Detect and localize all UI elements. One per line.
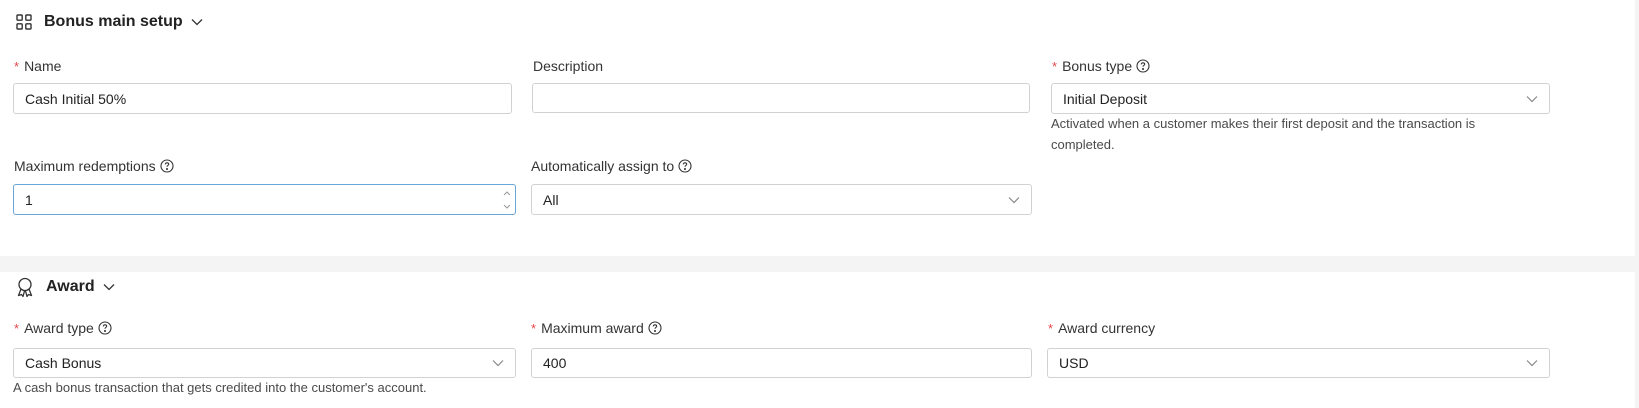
award-header[interactable]: Award bbox=[16, 276, 115, 298]
help-circle-icon[interactable] bbox=[160, 159, 174, 173]
bonus-type-label-text: Bonus type bbox=[1062, 58, 1133, 74]
max-award-value: 400 bbox=[543, 355, 567, 371]
auto-assign-value: All bbox=[543, 191, 559, 208]
max-award-label: * Maximum award bbox=[531, 319, 662, 337]
description-label-text: Description bbox=[533, 58, 604, 74]
chevron-down-icon bbox=[1526, 95, 1538, 103]
description-label: Description bbox=[533, 57, 603, 75]
bonus-type-select[interactable]: Initial Deposit bbox=[1051, 83, 1550, 114]
max-redemptions-value: 1 bbox=[25, 191, 33, 208]
auto-assign-label: Automatically assign to bbox=[531, 157, 692, 175]
award-section: Award * Award type Cash Bonus A cash bon… bbox=[0, 272, 1635, 408]
award-currency-label: * Award currency bbox=[1048, 319, 1155, 337]
bonus-main-setup-header[interactable]: Bonus main setup bbox=[16, 11, 203, 33]
chevron-down-icon bbox=[1526, 359, 1538, 367]
name-input[interactable]: Cash Initial 50% bbox=[13, 83, 512, 114]
award-currency-value: USD bbox=[1059, 355, 1089, 371]
max-redemptions-label: Maximum redemptions bbox=[14, 157, 174, 175]
required-marker: * bbox=[1052, 58, 1058, 74]
award-type-select[interactable]: Cash Bonus bbox=[13, 348, 516, 378]
award-type-label: * Award type bbox=[14, 319, 112, 337]
required-marker: * bbox=[14, 320, 20, 336]
award-ribbon-icon bbox=[16, 277, 34, 297]
required-marker: * bbox=[1048, 320, 1054, 336]
auto-assign-label-text: Automatically assign to bbox=[531, 158, 675, 174]
name-label: * Name bbox=[14, 57, 61, 75]
help-circle-icon[interactable] bbox=[98, 321, 112, 335]
auto-assign-select[interactable]: All bbox=[531, 184, 1032, 215]
max-redemptions-input[interactable]: 1 bbox=[13, 184, 516, 215]
name-value: Cash Initial 50% bbox=[25, 90, 127, 107]
spin-down-icon[interactable] bbox=[503, 200, 511, 212]
award-type-hint: A cash bonus transaction that gets credi… bbox=[13, 380, 427, 395]
award-currency-label-text: Award currency bbox=[1058, 320, 1156, 336]
bonus-type-label: * Bonus type bbox=[1052, 57, 1150, 75]
section-title: Award bbox=[46, 278, 95, 295]
chevron-down-icon bbox=[1008, 196, 1020, 204]
spin-up-icon[interactable] bbox=[503, 187, 511, 199]
bonus-main-setup-section: Bonus main setup * Name Cash Initial 50%… bbox=[0, 0, 1635, 256]
max-award-label-text: Maximum award bbox=[541, 320, 644, 336]
max-award-input[interactable]: 400 bbox=[531, 348, 1032, 378]
award-type-value: Cash Bonus bbox=[25, 355, 102, 371]
award-currency-select[interactable]: USD bbox=[1047, 348, 1550, 378]
help-circle-icon[interactable] bbox=[678, 159, 692, 173]
bonus-type-value: Initial Deposit bbox=[1063, 90, 1148, 107]
chevron-down-icon[interactable] bbox=[103, 283, 115, 291]
bonus-type-hint: Activated when a customer makes their fi… bbox=[1051, 116, 1476, 152]
help-circle-icon[interactable] bbox=[1136, 59, 1150, 73]
award-type-label-text: Award type bbox=[24, 320, 94, 336]
help-circle-icon[interactable] bbox=[648, 321, 662, 335]
quantity-stepper[interactable] bbox=[501, 187, 513, 212]
max-redemptions-label-text: Maximum redemptions bbox=[14, 158, 156, 174]
description-input[interactable] bbox=[532, 83, 1030, 113]
section-title: Bonus main setup bbox=[44, 13, 183, 30]
name-label-text: Name bbox=[24, 58, 62, 74]
grid-icon bbox=[16, 14, 32, 30]
chevron-down-icon[interactable] bbox=[191, 18, 203, 26]
required-marker: * bbox=[14, 58, 20, 74]
chevron-down-icon bbox=[492, 359, 504, 367]
required-marker: * bbox=[531, 320, 537, 336]
